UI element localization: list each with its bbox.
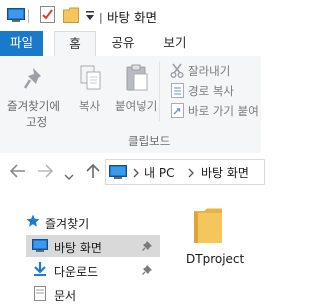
copy-button[interactable]: 복사 — [72, 62, 112, 113]
breadcrumb-chevron-icon[interactable] — [188, 167, 194, 181]
paste-label: 붙여넣기 — [115, 99, 158, 113]
tab-view[interactable]: 보기 — [155, 31, 195, 56]
copy-path-label: 경로 복사 — [188, 84, 234, 98]
ribbon-separator — [159, 61, 160, 121]
scissors-icon — [170, 63, 184, 81]
copy-icon — [80, 65, 102, 94]
breadcrumb-desktop[interactable]: 바탕 화면 — [201, 164, 249, 181]
desktop-window-icon[interactable] — [7, 7, 25, 26]
tab-home[interactable]: 홈 — [54, 31, 96, 57]
folder-name[interactable]: DTproject — [186, 252, 244, 266]
paste-shortcut-button[interactable]: 바로 가기 붙여 — [168, 102, 261, 119]
cut-button[interactable]: 잘라내기 — [168, 62, 261, 79]
nav-documents-label: 문서 — [54, 289, 77, 303]
forward-arrow-icon[interactable] — [37, 164, 54, 181]
copy-label: 복사 — [79, 99, 101, 113]
tab-file[interactable]: 파일 — [0, 31, 43, 56]
nav-quick-access-label: 즐겨찾기 — [45, 217, 90, 231]
pin-to-quick-access-button[interactable]: 즐겨찾기에 고정 — [4, 62, 64, 130]
pin-label-line2: 고정 — [26, 115, 48, 129]
paste-shortcut-label: 바로 가기 붙여 — [188, 104, 259, 118]
paste-shortcut-icon — [171, 103, 184, 121]
back-arrow-icon[interactable] — [9, 164, 26, 181]
pin-icon — [23, 66, 46, 93]
nav-desktop-label: 바탕 화면 — [54, 241, 102, 255]
paste-icon — [125, 64, 149, 95]
nav-quick-access[interactable]: 즐겨찾기 — [0, 211, 160, 233]
paste-button[interactable]: 붙여넣기 — [113, 62, 161, 113]
ribbon-tab-bar: 파일 홈 공유 보기 — [0, 31, 261, 57]
cut-label: 잘라내기 — [188, 64, 231, 78]
nav-downloads-label: 다운로드 — [54, 265, 99, 279]
tab-share[interactable]: 공유 — [103, 31, 143, 56]
pin-label-line1: 즐겨찾기에 — [7, 99, 60, 113]
title-separator: | — [99, 11, 103, 24]
star-icon — [26, 214, 40, 231]
up-arrow-icon[interactable] — [86, 163, 100, 182]
breadcrumb-chevron-icon[interactable] — [133, 167, 139, 181]
nav-item-downloads[interactable]: 다운로드 — [0, 259, 160, 281]
properties-icon[interactable] — [40, 6, 55, 26]
quick-access-separator — [28, 9, 29, 23]
customize-quick-access-dropdown-icon[interactable] — [86, 10, 94, 24]
download-arrow-icon — [33, 262, 47, 280]
address-desktop-icon — [109, 165, 127, 182]
clipboard-group-label: 클립보드 — [128, 134, 171, 148]
copy-path-icon — [171, 83, 184, 101]
pinned-icon — [142, 240, 153, 254]
folder-icon — [192, 208, 224, 247]
recent-locations-chevron-icon[interactable] — [64, 169, 74, 183]
desktop-icon — [32, 239, 48, 255]
copy-path-button[interactable]: 경로 복사 — [168, 82, 261, 99]
new-folder-icon[interactable] — [63, 7, 79, 26]
nav-item-documents[interactable]: 문서 — [0, 283, 160, 305]
nav-item-desktop[interactable]: 바탕 화면 — [26, 235, 160, 257]
documents-icon — [34, 286, 46, 304]
pinned-icon — [142, 264, 153, 278]
breadcrumb-this-pc[interactable]: 내 PC — [144, 164, 174, 181]
window-title: 바탕 화면 — [107, 10, 157, 25]
